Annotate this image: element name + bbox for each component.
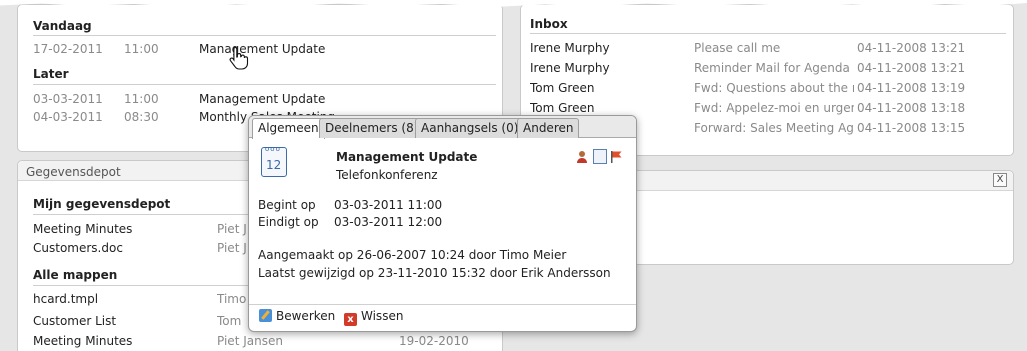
calendar-rings: ooo bbox=[265, 145, 281, 153]
file-owner: Piet Jansen bbox=[217, 334, 283, 348]
mail-date: 04-11-2008 13:15 bbox=[857, 121, 966, 135]
file-date: 19-02-2010 bbox=[399, 334, 469, 348]
mail-subject: Fwd: Questions about the m bbox=[694, 81, 854, 95]
mail-subject: Forward: Sales Meeting Age bbox=[694, 121, 854, 135]
tab-others[interactable]: Anderen bbox=[517, 118, 580, 138]
agenda-title[interactable]: Management Update bbox=[199, 92, 325, 106]
later-heading: Later bbox=[33, 67, 69, 81]
close-button[interactable]: X bbox=[993, 173, 1007, 187]
flag-icon[interactable] bbox=[610, 150, 624, 164]
agenda-title[interactable]: Management Update bbox=[199, 42, 325, 56]
created-line: Aangemaakt op 26-06-2007 10:24 door Timo… bbox=[258, 248, 567, 262]
mail-from: Irene Murphy bbox=[530, 41, 610, 55]
popup-actions bbox=[576, 149, 624, 165]
mail-from: Tom Green bbox=[530, 81, 595, 95]
mail-from: Tom Green bbox=[530, 101, 595, 115]
edit-button[interactable]: Bewerken bbox=[259, 309, 335, 323]
delete-button[interactable]: x Wissen bbox=[344, 309, 403, 326]
file-row[interactable]: Meeting Minutes Piet Jansen 19-02-2010 bbox=[33, 334, 496, 350]
mail-date: 04-11-2008 13:21 bbox=[857, 41, 966, 55]
appointment-popup: Algemeen Deelnemers (8) Aanhangsels (0) … bbox=[248, 115, 637, 332]
mail-row[interactable]: Irene Murphy Reminder Mail for Agenda 04… bbox=[530, 61, 1006, 77]
file-owner: Piet J bbox=[217, 241, 247, 255]
file-owner: Timo bbox=[217, 292, 247, 306]
tab-participants[interactable]: Deelnemers (8) bbox=[319, 118, 425, 138]
agenda-date: 04-03-2011 bbox=[33, 110, 103, 124]
footer-divider bbox=[249, 304, 636, 305]
edit-icon bbox=[259, 309, 272, 322]
file-name[interactable]: Meeting Minutes bbox=[33, 334, 132, 348]
begins-label: Begint op bbox=[258, 198, 316, 212]
agenda-time: 08:30 bbox=[124, 110, 159, 124]
mail-subject: Fwd: Appelez-moi en urgenc bbox=[694, 101, 854, 115]
popup-tabs: Algemeen Deelnemers (8) Aanhangsels (0) … bbox=[249, 116, 636, 139]
appointment-subtitle: Telefonkonferenz bbox=[336, 168, 438, 182]
modified-line: Laatst gewijzigd op 23-11-2010 15:32 doo… bbox=[258, 266, 611, 280]
appointment-title: Management Update bbox=[336, 150, 478, 164]
file-name[interactable]: Customers.doc bbox=[33, 241, 123, 255]
file-owner: Piet J bbox=[217, 222, 247, 236]
ends-value: 03-03-2011 12:00 bbox=[334, 215, 443, 229]
agenda-row[interactable]: 03-03-2011 11:00 Management Update bbox=[33, 92, 496, 108]
file-name[interactable]: Customer List bbox=[33, 314, 116, 328]
mail-subject: Reminder Mail for Agenda bbox=[694, 61, 850, 75]
agenda-time: 11:00 bbox=[124, 42, 159, 56]
agenda-row[interactable]: 17-02-2011 11:00 Management Update bbox=[33, 42, 496, 58]
participant-icon[interactable] bbox=[576, 150, 590, 164]
ends-label: Eindigt op bbox=[258, 215, 319, 229]
agenda-date: 03-03-2011 bbox=[33, 92, 103, 106]
begins-value: 03-03-2011 11:00 bbox=[334, 198, 443, 212]
edit-label: Bewerken bbox=[276, 309, 336, 323]
tab-general[interactable]: Algemeen bbox=[252, 118, 325, 139]
all-folders-heading: Alle mappen bbox=[33, 268, 118, 282]
file-name[interactable]: Meeting Minutes bbox=[33, 222, 132, 236]
hand-cursor-icon bbox=[229, 46, 249, 70]
tab-attachments[interactable]: Aanhangsels (0) bbox=[415, 118, 525, 138]
mail-row[interactable]: Irene Murphy Please call me 04-11-2008 1… bbox=[530, 41, 1006, 57]
today-heading: Vandaag bbox=[33, 19, 92, 33]
document-icon[interactable] bbox=[593, 149, 607, 164]
divider bbox=[33, 35, 496, 36]
mail-subject: Please call me bbox=[694, 41, 781, 55]
inbox-heading: Inbox bbox=[530, 17, 568, 31]
delete-icon: x bbox=[344, 313, 357, 326]
calendar-icon: ooo 12 bbox=[261, 145, 287, 177]
file-owner: Tom bbox=[217, 314, 242, 328]
mail-date: 04-11-2008 13:19 bbox=[857, 81, 966, 95]
mail-row[interactable]: Tom Green Fwd: Questions about the m 04-… bbox=[530, 81, 1006, 97]
agenda-time: 11:00 bbox=[124, 92, 159, 106]
my-datastore-heading: Mijn gegevensdepot bbox=[33, 197, 171, 211]
mail-date: 04-11-2008 13:21 bbox=[857, 61, 966, 75]
divider bbox=[530, 33, 1006, 34]
agenda-date: 17-02-2011 bbox=[33, 42, 103, 56]
delete-label: Wissen bbox=[361, 309, 404, 323]
calendar-day: 12 bbox=[266, 158, 282, 172]
file-name[interactable]: hcard.tmpl bbox=[33, 292, 98, 306]
datastore-header: Gegevensdepot bbox=[26, 165, 121, 179]
mail-date: 04-11-2008 13:18 bbox=[857, 101, 966, 115]
portal-screen: Vandaag 17-02-2011 11:00 Management Upda… bbox=[0, 0, 1027, 351]
mail-from: Irene Murphy bbox=[530, 61, 610, 75]
divider bbox=[33, 84, 496, 85]
